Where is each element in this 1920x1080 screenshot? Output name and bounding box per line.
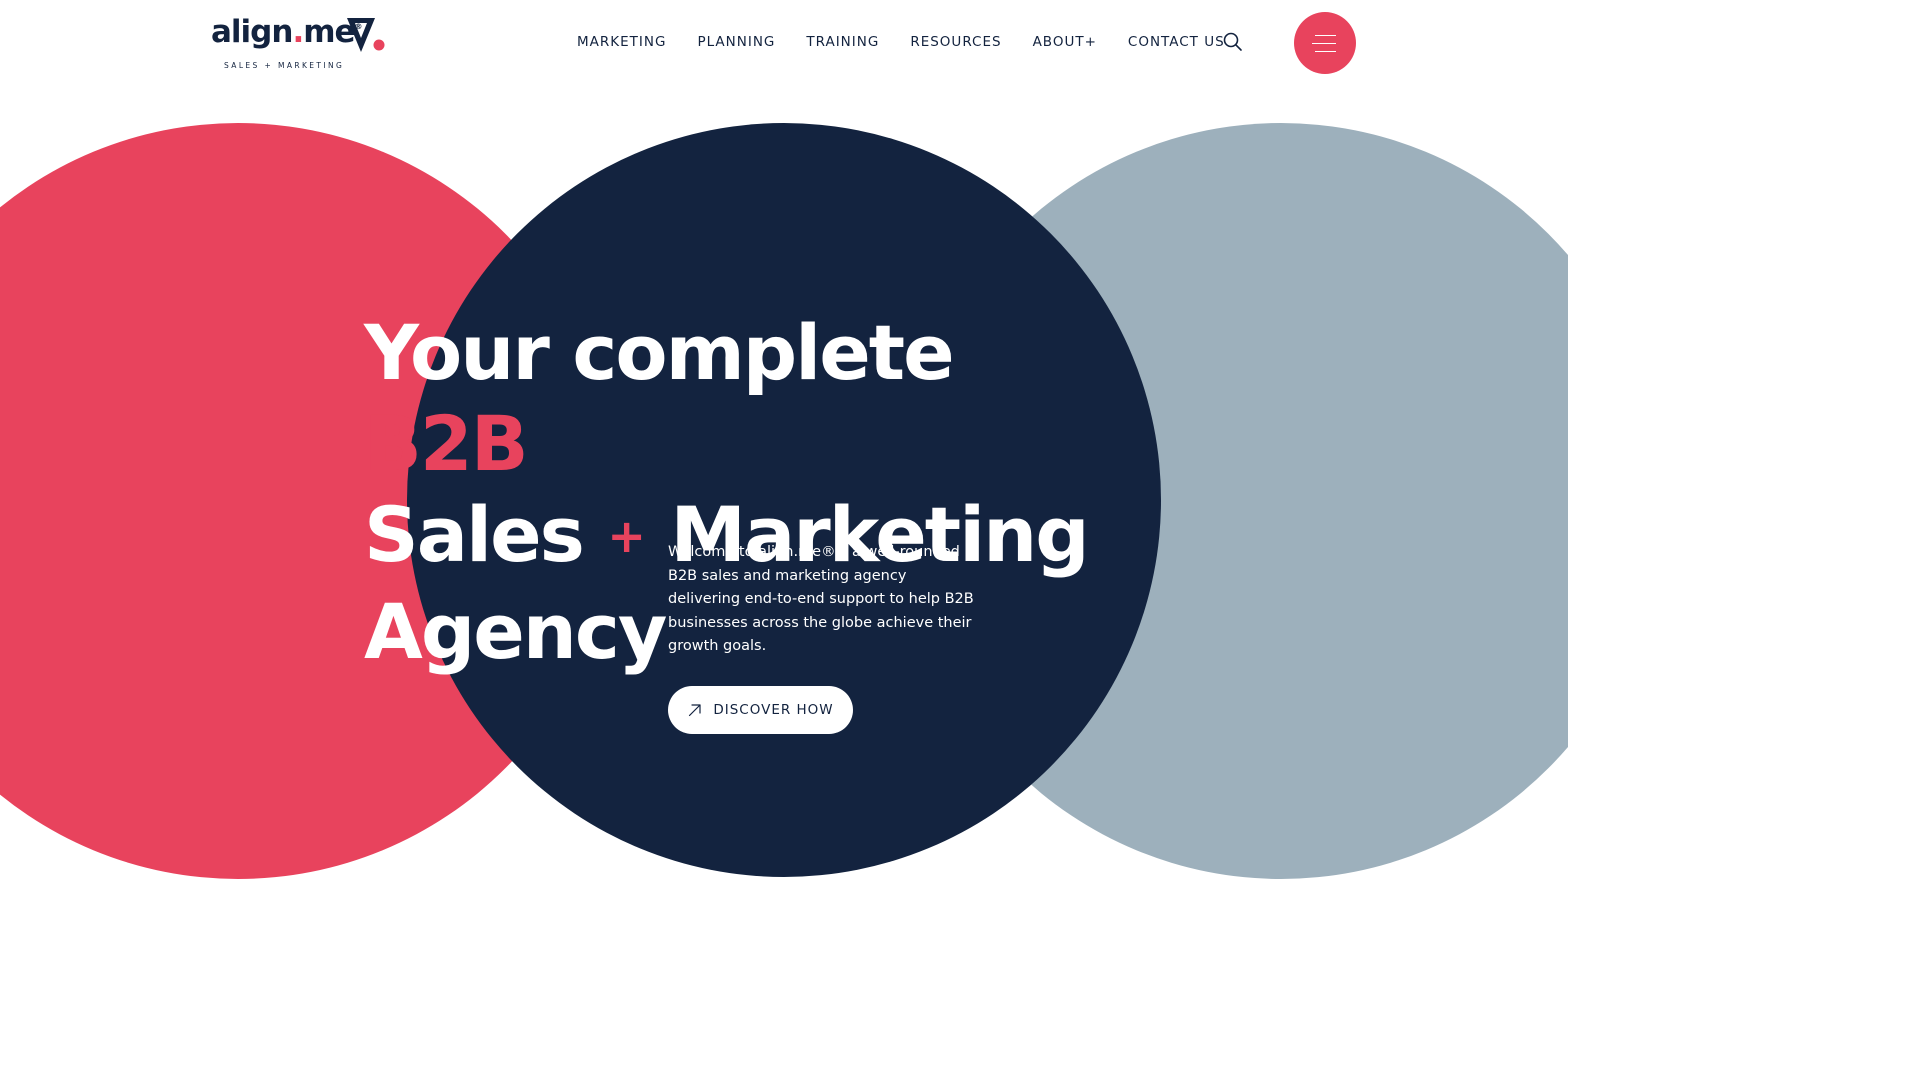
menu-button[interactable]: [1294, 12, 1356, 74]
nav-item-contact-us[interactable]: CONTACT US: [1128, 33, 1225, 51]
logo-word-align: align: [211, 14, 293, 50]
page: align.me® SALES + MARKETING MARKETING PL…: [0, 0, 1568, 882]
hamburger-menu-icon-line: [1312, 43, 1336, 44]
hero-intro-text: Welcome to align.me® – a well-rounded B2…: [668, 544, 974, 654]
hero-headline-plus: +: [607, 508, 646, 563]
discover-how-button[interactable]: DISCOVER HOW: [668, 686, 853, 734]
arrow-up-right-icon: [689, 704, 701, 717]
discover-how-label: DISCOVER HOW: [713, 702, 834, 718]
site-logo[interactable]: align.me® SALES + MARKETING: [211, 14, 386, 74]
nav-item-resources[interactable]: RESOURCES: [910, 33, 1001, 51]
nav-item-about[interactable]: ABOUT+: [1033, 33, 1097, 51]
logo-v-mark-icon: [347, 18, 385, 52]
hero-headline-accent: B2B: [364, 399, 529, 488]
logo-tagline: SALES + MARKETING: [224, 61, 345, 70]
hero-headline-part1: Your complete: [364, 308, 955, 397]
hamburger-menu-icon: [1315, 35, 1336, 36]
logo-word-dot: .: [292, 14, 304, 50]
hero-headline-part2: Sales: [364, 490, 608, 579]
logo-wordmark: align.me®: [211, 14, 363, 50]
nav-item-planning[interactable]: PLANNING: [697, 33, 775, 51]
nav-item-marketing[interactable]: MARKETING: [577, 33, 666, 51]
hamburger-menu-icon-line: [1315, 51, 1336, 52]
search-button[interactable]: [1222, 31, 1244, 53]
main-nav: MARKETING PLANNING TRAINING RESOURCES AB…: [577, 33, 1225, 51]
nav-item-training[interactable]: TRAINING: [806, 33, 879, 51]
search-icon: [1223, 32, 1242, 51]
